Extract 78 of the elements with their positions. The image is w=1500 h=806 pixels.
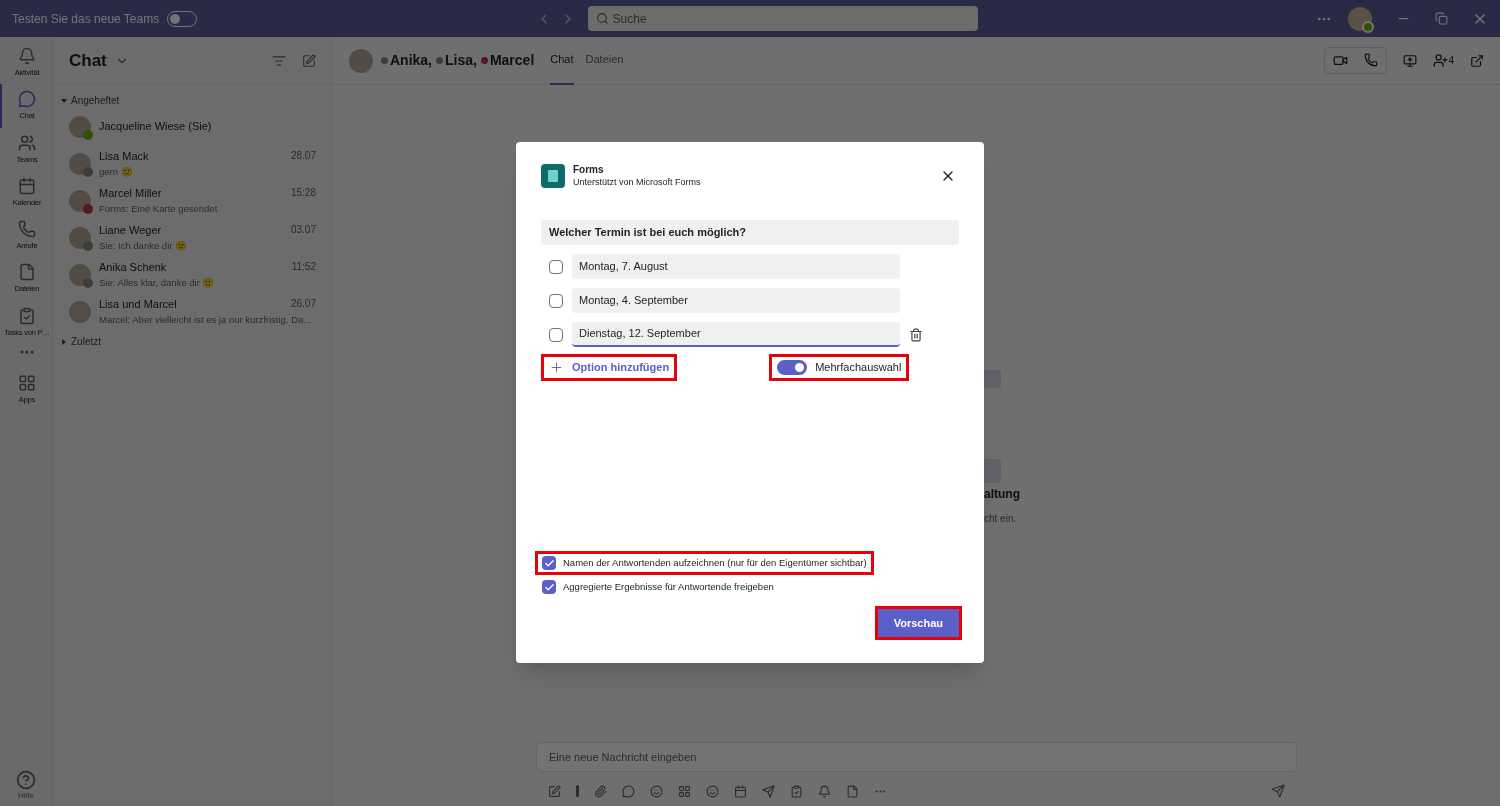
chat-preview: gern 🙂 bbox=[99, 164, 134, 179]
chat-name: Liane Weger bbox=[99, 223, 163, 239]
setting-label: Aggregierte Ergebnisse für Antwortende freigeben bbox=[563, 579, 774, 594]
video-call-icon[interactable] bbox=[1333, 53, 1349, 68]
checkbox[interactable] bbox=[542, 556, 556, 570]
emoji-icon[interactable] bbox=[650, 784, 663, 798]
section-header[interactable]: Angeheftet bbox=[53, 93, 332, 108]
pop-out-icon[interactable] bbox=[1470, 53, 1484, 68]
checkbox[interactable] bbox=[549, 259, 563, 274]
calls-icon bbox=[18, 220, 36, 238]
multiple-choice-toggle[interactable] bbox=[777, 360, 808, 375]
meeting-icon[interactable] bbox=[734, 784, 747, 798]
checkbox[interactable] bbox=[549, 327, 563, 342]
forms-icon[interactable] bbox=[790, 784, 803, 798]
search-field[interactable]: Suche bbox=[587, 6, 978, 31]
chat-name: Lisa Mack bbox=[99, 149, 150, 165]
caret-icon bbox=[61, 338, 67, 345]
plus-icon bbox=[549, 360, 564, 375]
search-icon bbox=[595, 12, 609, 25]
add-option-button[interactable]: Option hinzufügen bbox=[541, 354, 678, 381]
avatar bbox=[69, 300, 91, 323]
app-subtitle: Unterstützt von Microsoft Forms bbox=[573, 176, 701, 188]
conversation-text: cht ein. bbox=[984, 512, 1017, 526]
restore-icon[interactable] bbox=[1435, 12, 1448, 25]
app-name: Forms bbox=[573, 164, 605, 177]
filter-icon[interactable] bbox=[272, 53, 286, 68]
chat-list-title: Chat bbox=[69, 49, 107, 72]
participant-name: Lisa, bbox=[445, 51, 477, 70]
question-field[interactable]: Welcher Termin ist bei euch möglich? bbox=[541, 220, 959, 245]
preview-button[interactable]: Vorschau bbox=[877, 609, 959, 637]
checkbox[interactable] bbox=[542, 580, 556, 594]
delete-icon[interactable] bbox=[909, 327, 923, 342]
format-icon[interactable] bbox=[548, 784, 561, 798]
chat-name: Anika Schenk bbox=[99, 260, 168, 276]
chat-name: Marcel Miller bbox=[99, 186, 163, 202]
people-icon[interactable] bbox=[1433, 53, 1449, 68]
chat-item[interactable]: Marcel Miller 15:28 Forms: Eine Karte gesendet bbox=[53, 182, 332, 219]
tasks-icon bbox=[18, 306, 36, 325]
multiple-choice-label: Mehrfachauswahl bbox=[815, 360, 902, 376]
checkbox[interactable] bbox=[549, 293, 563, 308]
option-field[interactable]: Montag, 4. September bbox=[572, 288, 900, 313]
option-field[interactable]: Dienstag, 12. September bbox=[572, 322, 900, 347]
participant-name: Marcel bbox=[489, 51, 535, 70]
chat-tab[interactable]: Dateien bbox=[585, 36, 624, 85]
chat-item[interactable]: Lisa Mack 28.07 gern 🙂 bbox=[53, 145, 332, 182]
setting-label: Namen der Antwortenden aufzeichnen (nur für den Eigentümer sichtbar) bbox=[563, 555, 867, 570]
files-icon bbox=[18, 263, 36, 282]
option-field[interactable]: Montag, 7. August bbox=[572, 254, 900, 279]
group-avatar bbox=[349, 48, 373, 73]
caret-icon bbox=[61, 97, 67, 104]
chat-name: Lisa und Marcel bbox=[99, 297, 178, 313]
chat-name: Jacqueline Wiese (Sie) bbox=[99, 119, 213, 135]
chat-time: 28.07 bbox=[290, 149, 316, 164]
chat-icon bbox=[18, 90, 36, 109]
chat-item[interactable]: Jacqueline Wiese (Sie) bbox=[53, 108, 332, 145]
participant-name: Anika, bbox=[390, 51, 432, 70]
chat-time: 15:28 bbox=[290, 186, 316, 201]
message-field[interactable]: Eine neue Nachricht eingeben bbox=[536, 742, 1297, 772]
more-icon bbox=[20, 349, 34, 354]
new-chat-icon[interactable] bbox=[302, 53, 316, 68]
activity-icon bbox=[18, 47, 36, 65]
share-icon[interactable] bbox=[1403, 53, 1418, 68]
new-teams-label: Testen Sie das neue Teams bbox=[12, 10, 160, 28]
forms-logo-icon bbox=[541, 164, 565, 188]
conversation-heading: altung bbox=[984, 486, 1020, 503]
chat-time: 26.07 bbox=[290, 297, 316, 312]
chat-time: 11:52 bbox=[291, 260, 316, 275]
chat-preview: Forms: Eine Karte gesendet bbox=[99, 201, 219, 216]
teams-icon bbox=[18, 133, 36, 152]
calendar-icon bbox=[18, 176, 36, 195]
chat-time: 03.07 bbox=[290, 223, 316, 238]
send-icon[interactable] bbox=[1271, 784, 1285, 798]
attach-icon[interactable] bbox=[594, 784, 607, 798]
participant-count: 4 bbox=[1448, 54, 1454, 68]
section-header[interactable]: Zuletzt bbox=[53, 334, 332, 349]
chat-tab[interactable]: Chat bbox=[550, 36, 574, 85]
phone-icon[interactable] bbox=[1364, 53, 1379, 67]
profile-avatar[interactable] bbox=[1348, 6, 1372, 31]
